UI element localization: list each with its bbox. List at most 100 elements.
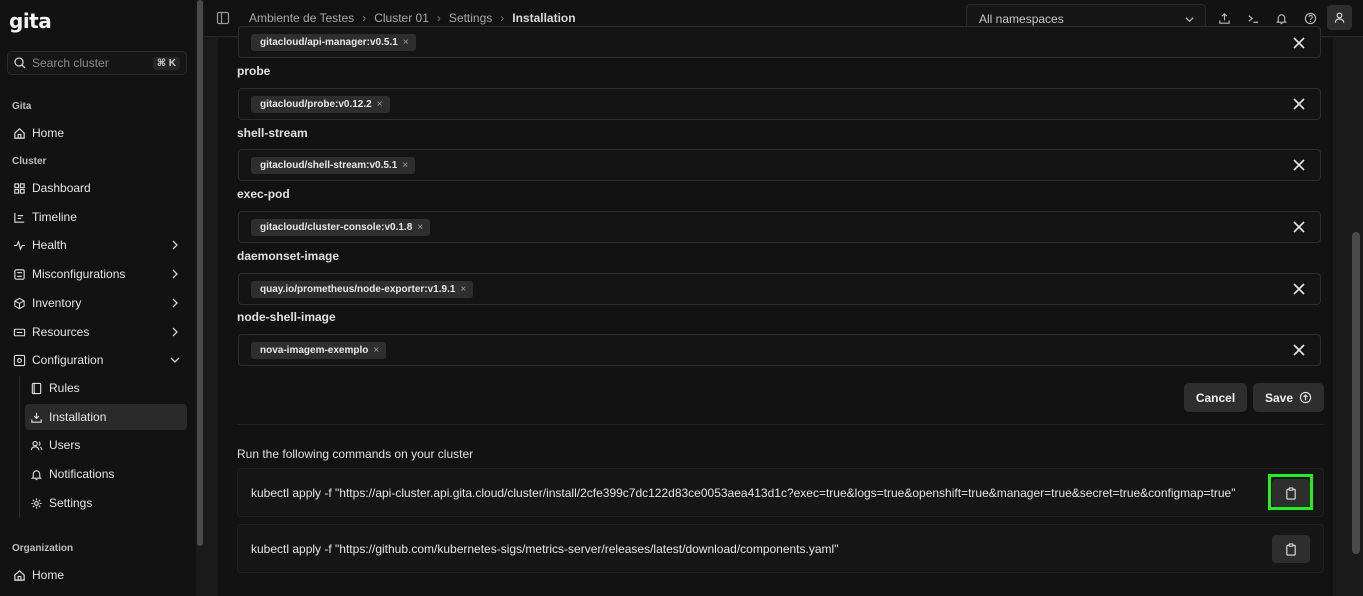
chevron-down-icon	[170, 357, 180, 363]
search-icon	[14, 57, 26, 69]
copy-button-highlight	[1268, 474, 1313, 510]
search-shortcut: ⌘ K	[152, 56, 180, 70]
breadcrumb-item[interactable]: Cluster 01	[374, 11, 429, 25]
section-divider	[237, 424, 1324, 425]
chevron-right-icon	[172, 240, 178, 250]
scrollbar-thumb[interactable]	[197, 0, 203, 546]
sidebar-item-label: Configuration	[32, 353, 104, 367]
sidebar-item-org-home[interactable]: Home	[8, 562, 187, 588]
sidebar: gita Search cluster ⌘ K Gita Home Cluste…	[0, 0, 196, 596]
sidebar-scrollbar[interactable]	[196, 0, 204, 596]
sidebar-item-label: Settings	[49, 496, 93, 510]
breadcrumb-item[interactable]: Settings	[449, 11, 492, 25]
command-text[interactable]: kubectl apply -f "https://api-cluster.ap…	[251, 486, 1235, 500]
image-chip: nova-imagem-exemplo ×	[251, 342, 387, 359]
command-text[interactable]: kubectl apply -f "https://github.com/kub…	[251, 542, 838, 556]
image-field-probe[interactable]: gitacloud/probe:v0.12.2 ×	[238, 88, 1321, 120]
sidebar-item-label: Misconfigurations	[32, 267, 126, 281]
clear-icon[interactable]	[1292, 343, 1306, 357]
search-input[interactable]: Search cluster ⌘ K	[7, 51, 187, 75]
sidebar-item-rules[interactable]: Rules	[25, 375, 187, 401]
chip-label: gitacloud/shell-stream:v0.5.1	[260, 160, 398, 171]
chip-remove-icon[interactable]: ×	[417, 222, 423, 233]
chip-remove-icon[interactable]: ×	[403, 37, 409, 48]
chip-remove-icon[interactable]: ×	[377, 99, 383, 110]
save-button-label: Save	[1264, 390, 1294, 405]
gita-logo[interactable]: gita	[9, 9, 52, 33]
breadcrumb-separator: ›	[436, 11, 441, 25]
image-chip: gitacloud/cluster-console:v0.1.8 ×	[251, 219, 431, 236]
save-button[interactable]: Save	[1253, 383, 1324, 412]
sidebar-item-misconfigurations[interactable]: Misconfigurations	[8, 261, 187, 287]
timeline-icon	[12, 210, 26, 224]
breadcrumb-item[interactable]: Ambiente de Testes	[249, 11, 354, 25]
sidebar-item-label: Resources	[32, 325, 90, 339]
image-chip: gitacloud/shell-stream:v0.5.1 ×	[251, 157, 416, 174]
sidebar-item-home[interactable]: Home	[8, 120, 187, 146]
misconfigurations-icon	[12, 267, 26, 281]
content-scrollbar[interactable]	[1349, 38, 1363, 596]
resources-icon	[12, 325, 26, 339]
sidebar-item-settings[interactable]: Settings	[25, 490, 187, 516]
image-field-daemonset-image[interactable]: quay.io/prometheus/node-exporter:v1.9.1 ×	[238, 273, 1321, 305]
breadcrumb-separator: ›	[362, 11, 367, 25]
chip-label: gitacloud/api-manager:v0.5.1	[260, 37, 398, 48]
sidebar-item-health[interactable]: Health	[8, 232, 187, 258]
section-label-cluster: Cluster	[12, 156, 47, 167]
upload-icon	[1218, 12, 1230, 24]
sidebar-toggle-icon[interactable]	[216, 11, 230, 25]
cancel-button[interactable]: Cancel	[1184, 383, 1247, 412]
inventory-icon	[12, 296, 26, 310]
clear-icon[interactable]	[1292, 282, 1306, 296]
image-chip: gitacloud/api-manager:v0.5.1 ×	[251, 34, 416, 51]
image-field-api-manager[interactable]: gitacloud/api-manager:v0.5.1 ×	[238, 26, 1321, 58]
sidebar-item-installation[interactable]: Installation	[25, 404, 187, 430]
sidebar-item-label: Health	[32, 238, 67, 252]
users-icon	[29, 438, 43, 452]
clipboard-icon	[1286, 542, 1296, 556]
image-field-exec-pod[interactable]: gitacloud/cluster-console:v0.1.8 ×	[238, 211, 1321, 243]
user-menu-button[interactable]	[1327, 5, 1352, 30]
copy-button[interactable]	[1272, 535, 1310, 563]
field-label-node-shell-image: node-shell-image	[237, 310, 336, 324]
sidebar-item-configuration[interactable]: Configuration	[8, 347, 187, 373]
sidebar-item-dashboard[interactable]: Dashboard	[8, 175, 187, 201]
breadcrumb-current: Installation	[512, 11, 576, 25]
chip-remove-icon[interactable]: ×	[373, 345, 379, 356]
bell-icon	[29, 467, 43, 481]
sidebar-item-label: Home	[32, 568, 65, 582]
user-icon	[1334, 12, 1345, 23]
sidebar-item-users[interactable]: Users	[25, 432, 187, 458]
book-icon	[29, 381, 43, 395]
clear-icon[interactable]	[1292, 36, 1306, 50]
clear-icon[interactable]	[1292, 97, 1306, 111]
image-field-node-shell-image[interactable]: nova-imagem-exemplo ×	[238, 334, 1321, 366]
image-field-shell-stream[interactable]: gitacloud/shell-stream:v0.5.1 ×	[238, 149, 1321, 181]
sidebar-item-label: Rules	[49, 381, 80, 395]
sidebar-item-inventory[interactable]: Inventory	[8, 290, 187, 316]
chip-label: quay.io/prometheus/node-exporter:v1.9.1	[260, 284, 456, 295]
chip-remove-icon[interactable]: ×	[460, 284, 466, 295]
sidebar-item-timeline[interactable]: Timeline	[8, 204, 187, 230]
image-chip: quay.io/prometheus/node-exporter:v1.9.1 ×	[251, 281, 474, 298]
clear-icon[interactable]	[1292, 158, 1306, 172]
terminal-icon	[1247, 14, 1258, 23]
sidebar-item-resources[interactable]: Resources	[8, 319, 187, 345]
chip-label: gitacloud/probe:v0.12.2	[260, 99, 372, 110]
commands-title: Run the following commands on your clust…	[237, 447, 474, 461]
scrollbar-thumb[interactable]	[1352, 232, 1360, 554]
breadcrumb-separator: ›	[500, 11, 505, 25]
chip-label: gitacloud/cluster-console:v0.1.8	[260, 222, 413, 233]
download-icon	[29, 410, 43, 424]
chip-remove-icon[interactable]: ×	[402, 160, 408, 171]
sidebar-item-notifications[interactable]: Notifications	[25, 461, 187, 487]
bell-icon	[1275, 13, 1287, 24]
save-icon	[1299, 391, 1312, 404]
sidebar-item-label: Home	[32, 126, 65, 140]
command-block: kubectl apply -f "https://github.com/kub…	[237, 524, 1324, 573]
chip-label: nova-imagem-exemplo	[260, 345, 369, 356]
command-block: kubectl apply -f "https://api-cluster.ap…	[237, 468, 1324, 517]
chevron-right-icon	[172, 298, 178, 308]
dashboard-icon	[12, 181, 26, 195]
clear-icon[interactable]	[1292, 220, 1306, 234]
